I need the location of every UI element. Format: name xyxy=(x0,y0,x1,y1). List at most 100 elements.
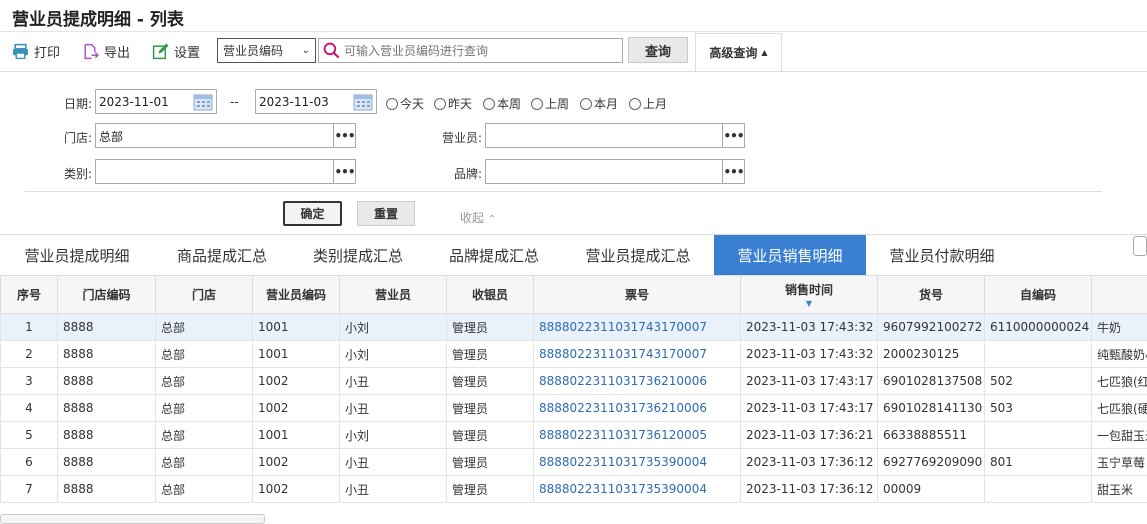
table-cell[interactable]: 8888022311031735390004 xyxy=(533,448,741,476)
tab-salesperson-payment-detail[interactable]: 营业员付款明细 xyxy=(866,235,1018,276)
table-cell: 小丑 xyxy=(339,367,447,395)
calendar-icon xyxy=(193,94,213,110)
radio-today[interactable]: 今天 xyxy=(386,95,424,112)
table-cell: 503 xyxy=(984,394,1092,422)
column-header[interactable]: 门店 xyxy=(155,275,253,314)
horizontal-scrollbar[interactable] xyxy=(0,514,265,524)
column-header[interactable]: 收银员 xyxy=(446,275,534,314)
column-header[interactable]: 营业员 xyxy=(339,275,447,314)
column-header-sorted[interactable]: 销售时间 ▼ xyxy=(740,275,878,314)
table-cell: 总部 xyxy=(155,475,253,503)
tab-product-commission-summary[interactable]: 商品提成汇总 xyxy=(154,235,290,276)
table-cell[interactable]: 8888022311031743170007 xyxy=(533,313,741,341)
table-cell: 6901028141130 xyxy=(877,394,985,422)
tab-category-commission-summary[interactable]: 类别提成汇总 xyxy=(290,235,426,276)
query-button[interactable]: 查询 xyxy=(628,37,688,63)
salesperson-picker-button[interactable]: ••• xyxy=(722,123,745,148)
filter-divider xyxy=(25,191,1102,192)
table-cell: 2023-11-03 17:43:17 xyxy=(740,394,878,422)
table-cell: 1 xyxy=(0,313,58,341)
column-header[interactable]: 货号 xyxy=(877,275,985,314)
store-field[interactable]: 总部 xyxy=(95,123,334,148)
table-row[interactable]: 3 8888 总部 1002 小丑 管理员 8888022311031736210006 20… xyxy=(0,367,1147,395)
settings-button[interactable]: 设置 xyxy=(152,40,200,62)
store-picker-button[interactable]: ••• xyxy=(333,123,356,148)
brand-field[interactable] xyxy=(485,159,723,184)
radio-last-week[interactable]: 上周 xyxy=(531,95,569,112)
advanced-query-button[interactable]: 高级查询 ▲ xyxy=(695,33,782,71)
table-cell: 3 xyxy=(0,367,58,395)
print-button[interactable]: 打印 xyxy=(12,40,60,62)
table-cell: 9607992100272 xyxy=(877,313,985,341)
tab-salesperson-commission-detail[interactable]: 营业员提成明细 xyxy=(0,235,154,276)
column-header[interactable]: 序号 xyxy=(0,275,58,314)
category-field[interactable] xyxy=(95,159,334,184)
table-cell[interactable]: 8888022311031736210006 xyxy=(533,367,741,395)
chevron-up-icon: ⌃ xyxy=(487,214,497,225)
print-label: 打印 xyxy=(34,45,61,61)
table-cell: 总部 xyxy=(155,394,253,422)
table-cell[interactable]: 8888022311031736210006 xyxy=(533,394,741,422)
table-cell: 七匹狼(红 xyxy=(1091,367,1147,395)
table-cell: 管理员 xyxy=(446,448,534,476)
table-cell: 一包甜玉米 xyxy=(1091,421,1147,449)
search-field-select[interactable]: 营业员编码 ⌄ xyxy=(217,38,316,63)
radio-label: 上周 xyxy=(545,97,570,111)
collapse-toggle[interactable]: 收起 ⌃ xyxy=(460,209,496,226)
table-cell[interactable]: 8888022311031735390004 xyxy=(533,475,741,503)
radio-last-month[interactable]: 上月 xyxy=(629,95,667,112)
table-header-row: 序号 门店编码 门店 营业员编码 营业员 收银员 票号 销售时间 ▼ 货号 自编码 xyxy=(0,275,1147,314)
table-cell: 管理员 xyxy=(446,340,534,368)
date-to-value: 2023-11-03 xyxy=(259,94,329,109)
table-cell: 管理员 xyxy=(446,367,534,395)
search-input[interactable] xyxy=(344,43,614,58)
radio-this-month[interactable]: 本月 xyxy=(580,95,618,112)
table-cell: 6110000000024 xyxy=(984,313,1092,341)
export-button[interactable]: 导出 xyxy=(82,40,130,62)
column-header[interactable] xyxy=(1091,275,1147,314)
search-icon xyxy=(323,42,340,59)
category-picker-button[interactable]: ••• xyxy=(333,159,356,184)
tab-salesperson-sales-detail[interactable]: 营业员销售明细 xyxy=(714,235,866,276)
sales-detail-table: 序号 门店编码 门店 营业员编码 营业员 收银员 票号 销售时间 ▼ 货号 自编码… xyxy=(0,275,1147,503)
brand-picker-button[interactable]: ••• xyxy=(722,159,745,184)
table-row[interactable]: 7 8888 总部 1002 小丑 管理员 8888022311031735390004 20… xyxy=(0,475,1147,503)
date-from-field[interactable]: 2023-11-01 xyxy=(95,89,217,114)
confirm-button[interactable]: 确定 xyxy=(283,201,342,226)
radio-circle xyxy=(386,97,398,110)
table-cell: 5 xyxy=(0,421,58,449)
table-cell[interactable]: 8888022311031743170007 xyxy=(533,340,741,368)
tab-brand-commission-summary[interactable]: 品牌提成汇总 xyxy=(426,235,562,276)
table-row[interactable]: 1 8888 总部 1001 小刘 管理员 8888022311031743170007 20… xyxy=(0,313,1147,341)
caret-up-icon: ▲ xyxy=(761,48,768,57)
advanced-query-label: 高级查询 xyxy=(709,46,758,60)
table-row[interactable]: 2 8888 总部 1001 小刘 管理员 8888022311031743170007 20… xyxy=(0,340,1147,368)
tab-salesperson-commission-summary[interactable]: 营业员提成汇总 xyxy=(562,235,714,276)
table-cell: 纯甄酸奶小 xyxy=(1091,340,1147,368)
column-header[interactable]: 门店编码 xyxy=(57,275,156,314)
radio-circle xyxy=(629,97,641,110)
table-cell: 2023-11-03 17:36:21 xyxy=(740,421,878,449)
table-row[interactable]: 4 8888 总部 1002 小丑 管理员 8888022311031736210006 20… xyxy=(0,394,1147,422)
radio-this-week[interactable]: 本周 xyxy=(483,95,521,112)
table-row[interactable]: 6 8888 总部 1002 小丑 管理员 8888022311031735390004 20… xyxy=(0,448,1147,476)
vertical-scrollbar[interactable] xyxy=(1133,236,1147,256)
column-header[interactable]: 自编码 xyxy=(984,275,1092,314)
radio-yesterday[interactable]: 昨天 xyxy=(434,95,472,112)
table-row[interactable]: 5 8888 总部 1001 小刘 管理员 8888022311031736120005 20… xyxy=(0,421,1147,449)
title-bar: 营业员提成明细 - 列表 xyxy=(0,0,1147,32)
category-label: 类别: xyxy=(63,167,92,181)
toolbar: 打印 导出 设置 营业员编码 ⌄ 查询 高级查询 ▲ xyxy=(0,33,1147,71)
date-to-field[interactable]: 2023-11-03 xyxy=(255,89,377,114)
column-header[interactable]: 营业员编码 xyxy=(252,275,340,314)
salesperson-label: 营业员: xyxy=(441,131,482,145)
reset-button[interactable]: 重置 xyxy=(357,201,415,226)
salesperson-field[interactable] xyxy=(485,123,723,148)
table-cell: 牛奶 xyxy=(1091,313,1147,341)
table-cell[interactable]: 8888022311031736120005 xyxy=(533,421,741,449)
table-cell: 1002 xyxy=(252,475,340,503)
column-header[interactable]: 票号 xyxy=(533,275,741,314)
table-cell: 小丑 xyxy=(339,475,447,503)
table-cell: 总部 xyxy=(155,448,253,476)
store-label: 门店: xyxy=(63,131,92,145)
